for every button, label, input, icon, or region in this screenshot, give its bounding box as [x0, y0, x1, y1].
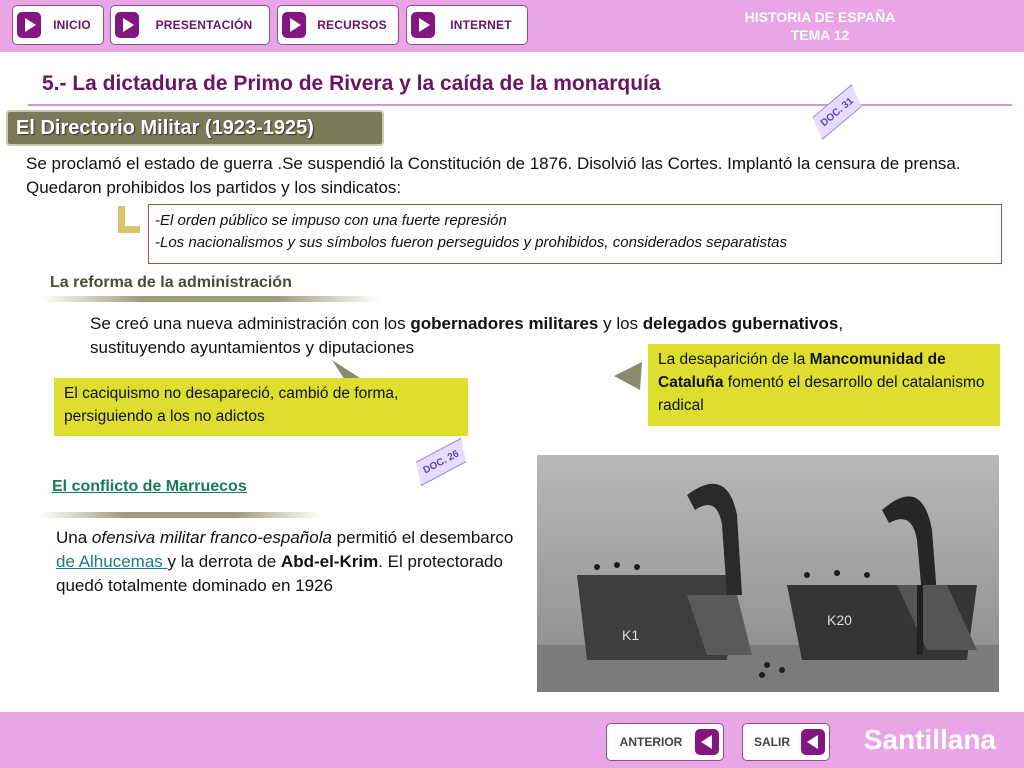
doc-26-link[interactable]: DOC. 26 [410, 438, 472, 486]
measures-box: -El orden público se impuso con una fuer… [148, 204, 1002, 264]
section-heading: El Directorio Militar (1923-1925) [6, 110, 384, 146]
page-title: 5.- La dictadura de Primo de Rivera y la… [42, 72, 661, 95]
nav-presentacion-button[interactable]: PRESENTACIÓN [110, 5, 270, 45]
play-icon [17, 12, 41, 38]
doc-31-link[interactable]: DOC. 31 [807, 84, 867, 140]
nav-presentacion-label: PRESENTACIÓN [155, 18, 253, 32]
callout-pointer-icon [614, 362, 642, 390]
admin-underbar [40, 296, 380, 302]
alhucemas-link[interactable]: de Alhucemas [56, 552, 168, 571]
nav-internet-button[interactable]: INTERNET [406, 5, 528, 45]
marruecos-underbar [40, 512, 320, 518]
nav-inicio-label: INICIO [53, 18, 91, 32]
title-divider [28, 104, 1012, 106]
corner-arrow-icon [116, 206, 142, 236]
caciquismo-note: El caciquismo no desapareció, cambió de … [54, 378, 468, 436]
course-brand: HISTORIA DE ESPAÑA TEMA 12 [720, 8, 920, 44]
salir-label: SALIR [754, 735, 790, 749]
nav-inicio-button[interactable]: INICIO [12, 5, 104, 45]
marruecos-heading-link[interactable]: El conflicto de Marruecos [52, 478, 247, 496]
marruecos-paragraph: Una ofensiva militar franco-española per… [56, 528, 514, 595]
back-icon [695, 729, 719, 755]
mancomunidad-note: La desaparición de la Mancomunidad de Ca… [648, 344, 1000, 426]
brand-line-1: HISTORIA DE ESPAÑA [744, 9, 896, 25]
brand-line-2: TEMA 12 [790, 27, 850, 43]
measure-item: -El orden público se impuso con una fuer… [155, 212, 507, 229]
play-icon [282, 12, 306, 38]
anterior-button[interactable]: ANTERIOR [606, 723, 724, 761]
back-icon [801, 729, 825, 755]
nav-recursos-button[interactable]: RECURSOS [277, 5, 399, 45]
admin-heading: La reforma de la administración [50, 274, 292, 291]
play-icon [115, 12, 139, 38]
measure-item: -Los nacionalismos y sus símbolos fueron… [155, 234, 787, 251]
intro-paragraph: Se proclamó el estado de guerra .Se susp… [26, 154, 961, 197]
nav-internet-label: INTERNET [450, 18, 512, 32]
svg-text:K1: K1 [622, 627, 639, 643]
nav-recursos-label: RECURSOS [317, 18, 387, 32]
santillana-logo: Santillana [863, 724, 996, 755]
svg-text:K20: K20 [827, 612, 852, 628]
landing-boats-photo: K1 K20 [537, 455, 999, 692]
play-icon [411, 12, 435, 38]
salir-button[interactable]: SALIR [742, 723, 830, 761]
anterior-label: ANTERIOR [619, 735, 683, 749]
